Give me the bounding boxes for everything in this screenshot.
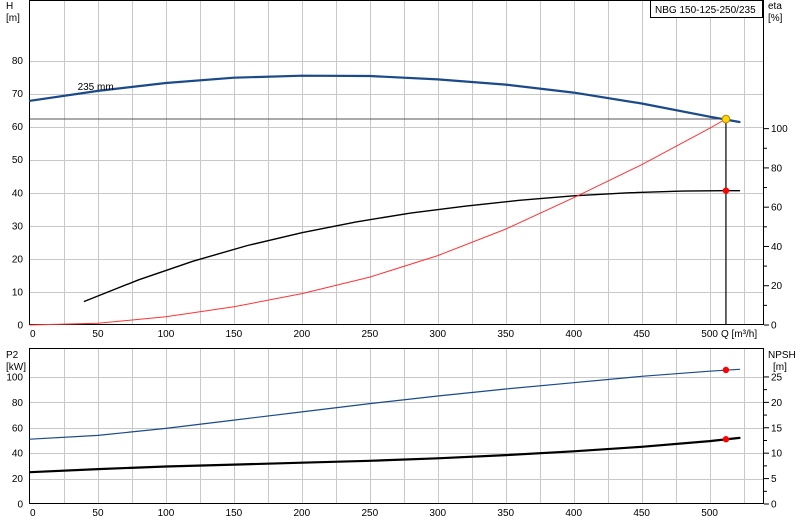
bottom-npsh_bottom-point-marker (722, 436, 730, 443)
top-y-left-tick-label: 80 (12, 56, 24, 67)
top-npsh_top-curve (83, 189, 741, 303)
bottom-y-left-tick-label: 60 (12, 423, 24, 434)
bottom-x-tick-label: 100 (158, 508, 175, 519)
top-y-right-tick-label: 100 (771, 124, 788, 135)
top-panel-series (28, 74, 741, 326)
duty-point-marker (721, 114, 731, 124)
top-x-tick-label: 0 (30, 329, 36, 340)
top-y-right-tick-label: 60 (771, 203, 783, 214)
top-x-tick-label: 500 (701, 329, 718, 340)
top-y-left-tick-label: 40 (12, 188, 24, 199)
bottom-y-right-tick-label: 0 (771, 500, 777, 511)
bottom-y-right-tick-label: 10 (771, 449, 783, 460)
bottom-y-left-tick-label: 100 (6, 372, 23, 383)
top-y-left-tick-label: 10 (12, 287, 24, 298)
bottom-npsh_bottom-curve (28, 436, 741, 474)
pump-curve-chart: 0 50 100 150 200 250 300 350 400 450 5000102030405… (6, 0, 796, 519)
bottom-panel-grid (30, 349, 764, 504)
bottom-p2-point-marker (722, 366, 730, 374)
top-npsh_top-point-marker (722, 187, 730, 194)
bottom-x-tick-label: 150 (226, 508, 243, 519)
bottom-x-tick-label: 250 (361, 508, 378, 519)
top-right-axis-label-line2: [%] (768, 13, 783, 24)
top-y-right-tick-label: 80 (771, 163, 783, 174)
top-eta-curve (29, 118, 727, 326)
bottom-x-tick-label: 500 (701, 508, 718, 519)
bottom-x-tick-label: 400 (565, 508, 582, 519)
top-x-tick-label: 450 (633, 329, 650, 340)
top-y-left-tick-label: 70 (12, 89, 24, 100)
top-y-right-tick-label: 40 (771, 242, 783, 253)
bottom-panel-markers (722, 366, 730, 443)
impeller-diameter-label: 235 mm (78, 82, 114, 93)
bottom-panel-frame (29, 348, 764, 504)
top-y-left-tick-label: 20 (12, 254, 24, 265)
top-y-left-tick-label: 30 (12, 221, 24, 232)
bottom-right-axis-label-line2: [m] (773, 362, 787, 373)
top-y-left-tick-label: 60 (12, 122, 24, 133)
top-x-tick-label: 50 (92, 329, 104, 340)
top-panel-grid (30, 1, 764, 325)
bottom-y-left-tick-label: 20 (12, 474, 24, 485)
bottom-panel-series (28, 368, 741, 474)
bottom-x-tick-label: 0 (30, 508, 36, 519)
top-head-curve (28, 74, 741, 124)
top-x-tick-label: 400 (565, 329, 582, 340)
top-left-axis-label-line2: [m] (6, 13, 20, 24)
top-panel-frame (29, 0, 764, 325)
top-x-tick-label: 250 (361, 329, 378, 340)
bottom-x-tick-label: 50 (92, 508, 104, 519)
top-right-axis-label-line1: eta (768, 1, 782, 12)
top-x-tick-label: 100 (158, 329, 175, 340)
bottom-x-tick-label: 450 (633, 508, 650, 519)
bottom-y-left-tick-label: 40 (12, 449, 24, 460)
bottom-x-tick-label: 300 (429, 508, 446, 519)
title-box-label: NBG 150-125-250/235 (655, 5, 756, 16)
top-left-axis-label-line1: H (6, 1, 13, 12)
top-x-tick-label: 350 (497, 329, 514, 340)
top-y-left-tick-label: 0 (17, 321, 23, 332)
top-x-tick-label: 200 (294, 329, 311, 340)
top-x-tick-label: 300 (429, 329, 446, 340)
bottom-left-axis-label-line1: P2 (6, 350, 19, 361)
x-axis-label: Q [m³/h] (721, 329, 757, 340)
bottom-y-right-tick-label: 25 (771, 372, 783, 383)
bottom-x-tick-label: 200 (294, 508, 311, 519)
bottom-y-left-tick-label: 80 (12, 398, 24, 409)
top-panel-tick-labels: 0 50 100 150 200 250 300 350 400 450 5000102030405… (12, 56, 788, 340)
top-x-tick-label: 150 (226, 329, 243, 340)
bottom-x-tick-label: 350 (497, 508, 514, 519)
top-y-right-tick-label: 20 (771, 281, 783, 292)
bottom-y-right-tick-label: 20 (771, 398, 783, 409)
top-y-left-tick-label: 50 (12, 155, 24, 166)
bottom-y-right-tick-label: 15 (771, 423, 783, 434)
bottom-y-left-tick-label: 0 (17, 500, 23, 511)
bottom-left-axis-label-line2: [kW] (6, 362, 26, 373)
top-y-right-tick-label: 0 (771, 321, 777, 332)
bottom-y-right-tick-label: 5 (771, 474, 777, 485)
bottom-right-axis-label-line1: NPSH (768, 350, 796, 361)
